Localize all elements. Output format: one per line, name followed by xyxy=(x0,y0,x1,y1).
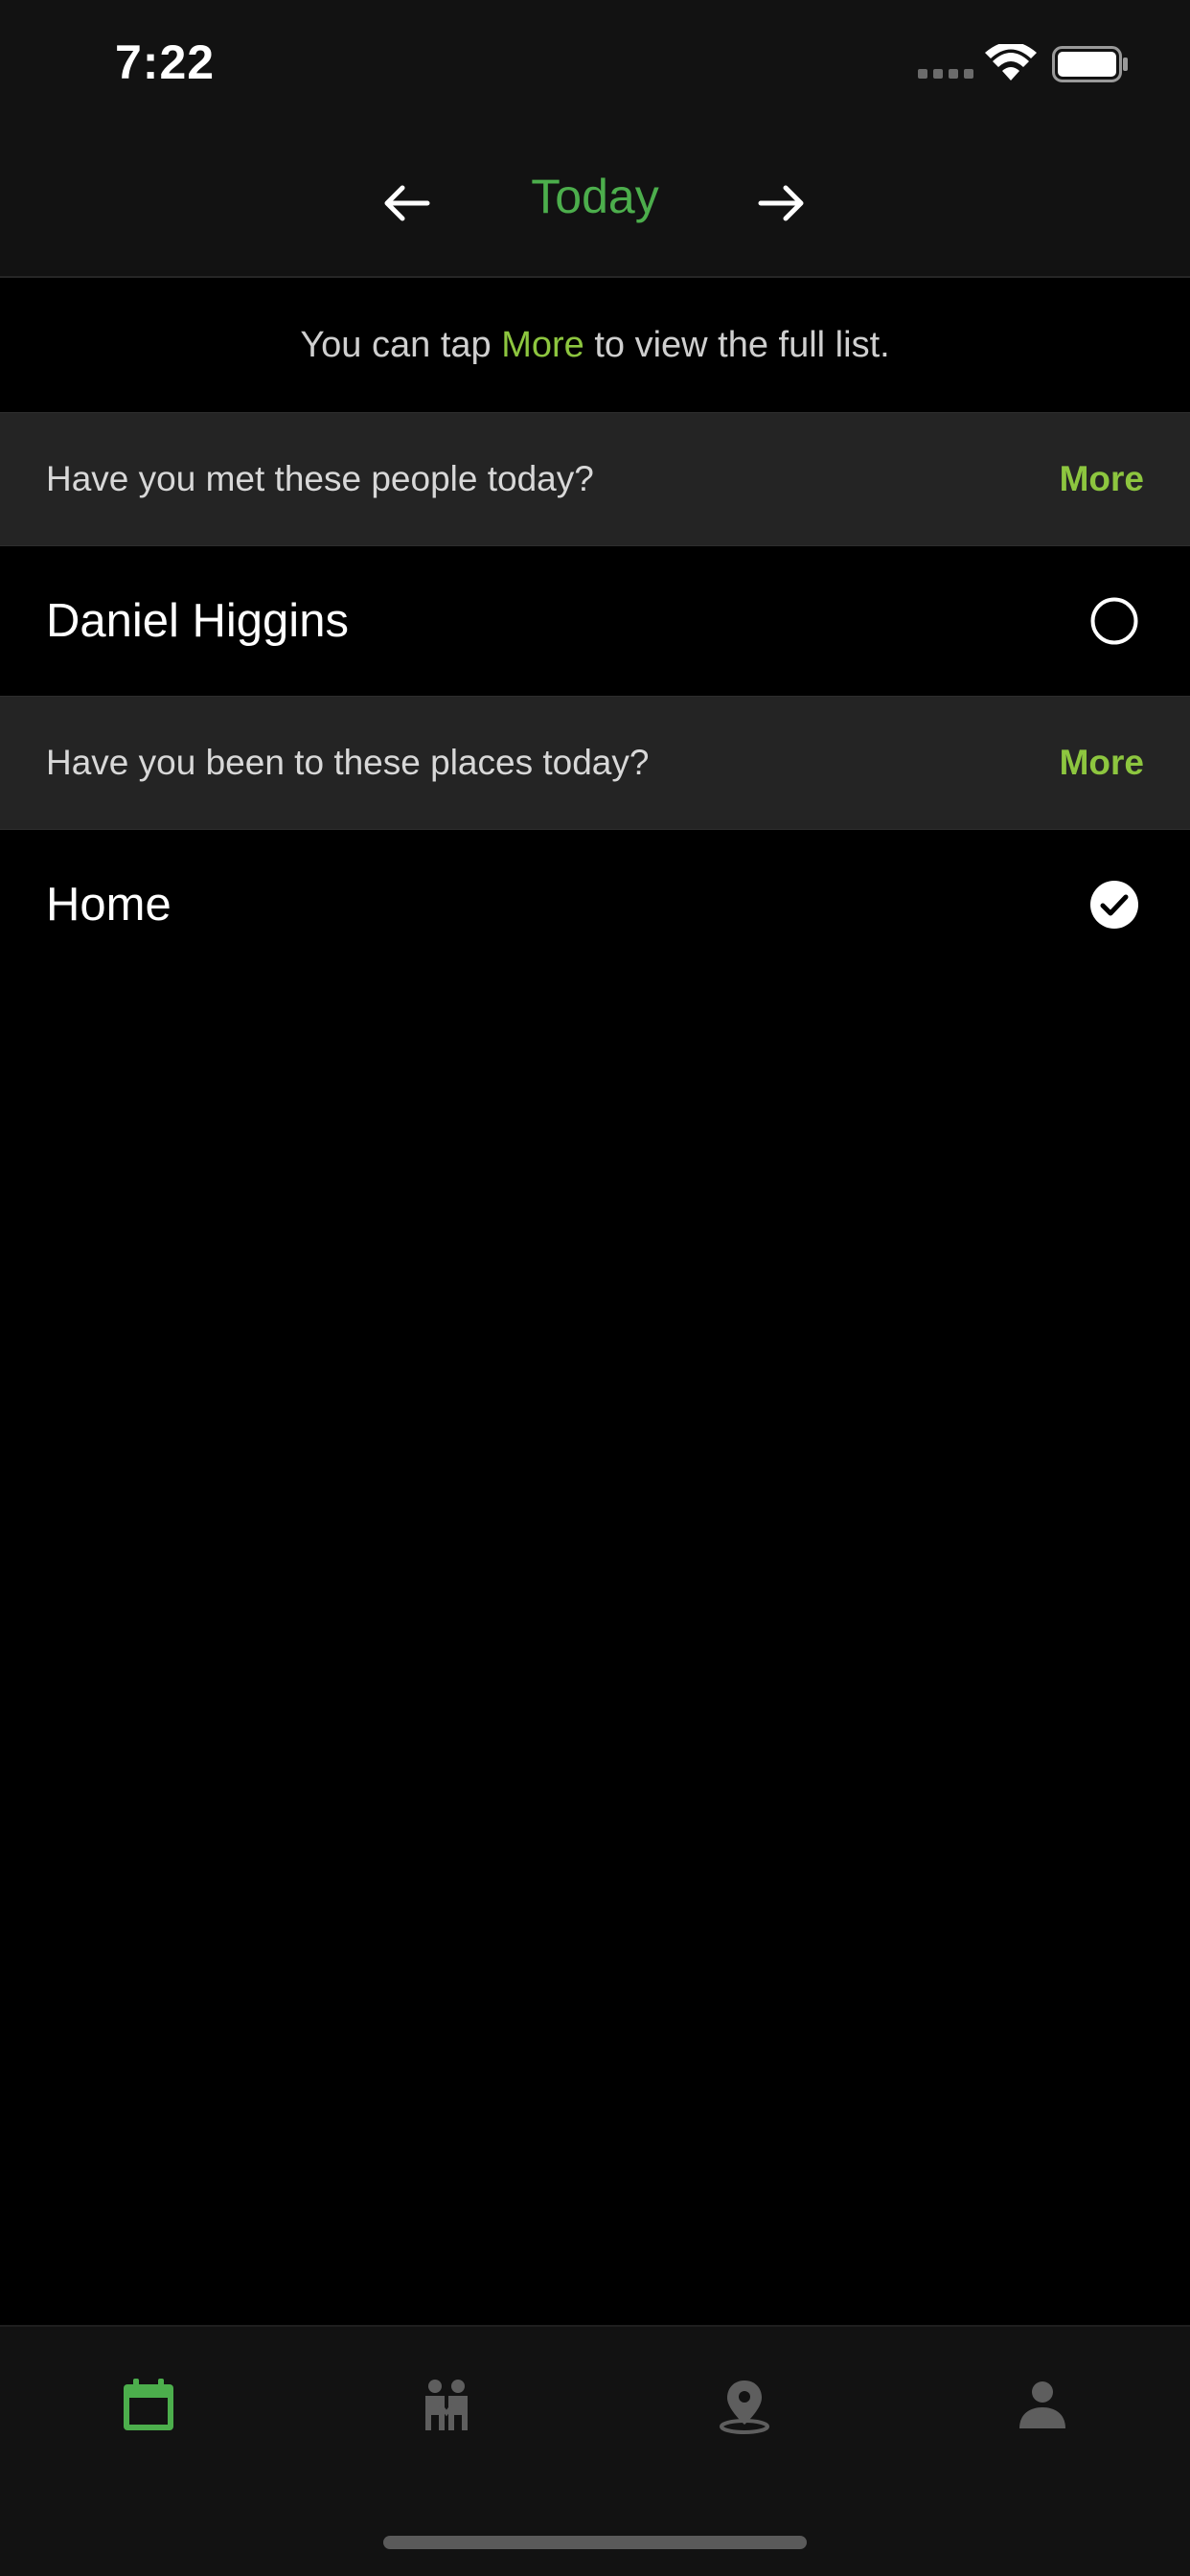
battery-icon xyxy=(1052,46,1128,82)
people-icon[interactable] xyxy=(418,2377,475,2434)
person-name: Daniel Higgins xyxy=(46,595,349,647)
hint-text: You can tap More to view the full list. xyxy=(0,278,1190,412)
checked-circle-icon[interactable] xyxy=(1090,881,1138,929)
list-item-place[interactable]: Home xyxy=(0,830,1190,979)
places-section-header: Have you been to these places today? Mor… xyxy=(0,696,1190,830)
places-question: Have you been to these places today? xyxy=(46,743,650,782)
page-title: Today xyxy=(531,170,659,223)
places-more-button[interactable]: More xyxy=(1060,743,1144,783)
status-bar: 7:22 xyxy=(0,0,1190,126)
unchecked-circle-icon[interactable] xyxy=(1090,597,1138,645)
person-icon[interactable] xyxy=(1014,2377,1071,2434)
people-section-header: Have you met these people today? More xyxy=(0,412,1190,546)
place-name: Home xyxy=(46,879,172,931)
home-indicator xyxy=(383,2536,807,2549)
arrow-right-icon[interactable] xyxy=(755,176,809,230)
list-item-person[interactable]: Daniel Higgins xyxy=(0,546,1190,696)
people-more-button[interactable]: More xyxy=(1060,459,1144,499)
date-navigation-header: Today xyxy=(0,126,1190,278)
hint-prefix: You can tap xyxy=(300,324,502,365)
hint-more-link: More xyxy=(501,324,584,365)
wifi-icon xyxy=(985,44,1037,80)
location-pin-icon[interactable] xyxy=(716,2377,773,2434)
calendar-icon[interactable] xyxy=(120,2377,177,2434)
signal-icon xyxy=(918,69,973,79)
people-question: Have you met these people today? xyxy=(46,459,594,498)
status-time: 7:22 xyxy=(115,35,216,89)
hint-suffix: to view the full list. xyxy=(584,324,890,365)
